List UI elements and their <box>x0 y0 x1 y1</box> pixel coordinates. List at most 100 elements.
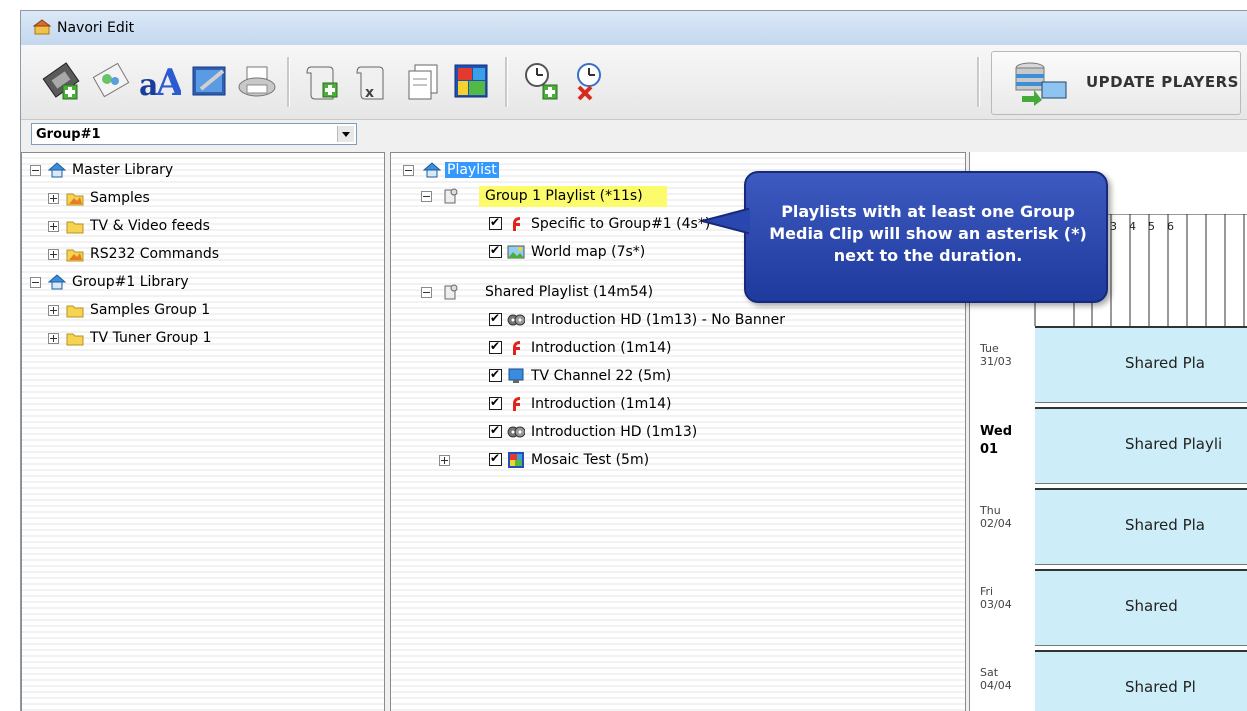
schedule-day-label: Thu 02/04 <box>980 504 1012 530</box>
schedule-playlist-block[interactable]: Shared Pl <box>1035 650 1247 711</box>
toolbar-separator <box>287 57 290 107</box>
day-name: Sat <box>980 666 999 679</box>
day-name: Fri <box>980 585 994 598</box>
schedule-block-label: Shared Pla <box>1125 516 1205 534</box>
schedule-hour-label: 5 <box>1148 220 1155 233</box>
mosaic-icon[interactable] <box>449 59 493 103</box>
playlist-clip-item[interactable]: Introduction HD (1m13) <box>391 421 951 443</box>
clip-enabled-checkbox[interactable] <box>489 339 502 354</box>
schedule-playlist-block[interactable]: Shared Playli <box>1035 407 1247 484</box>
folder-icon <box>66 305 84 318</box>
clip-enabled-checkbox[interactable] <box>489 367 502 382</box>
library-item-label: TV Tuner Group 1 <box>90 330 212 346</box>
schedule-day-label: Sat 04/04 <box>980 666 1012 692</box>
library-item-label: TV & Video feeds <box>90 218 210 234</box>
tv-monitor-icon <box>508 368 524 383</box>
svg-text:x: x <box>365 85 374 101</box>
playlist-add-icon[interactable] <box>301 59 345 103</box>
app-home-icon <box>33 19 51 35</box>
image-icon <box>507 245 525 259</box>
schedule-add-icon[interactable] <box>519 59 563 103</box>
playlist-clip-item[interactable]: Introduction (1m14) <box>391 393 951 415</box>
clip-label: TV Channel 22 (5m) <box>531 368 672 384</box>
library-tree-item[interactable]: Group#1 Library <box>22 271 372 293</box>
clip-enabled-checkbox[interactable] <box>489 451 502 466</box>
update-players-button[interactable]: Update Players <box>991 51 1241 115</box>
clip-enabled-checkbox[interactable] <box>489 311 502 326</box>
playlist-clip-item[interactable]: Introduction HD (1m13) - No Banner <box>391 309 951 331</box>
playlist-clip-item[interactable]: Introduction (1m14) <box>391 337 951 359</box>
library-tree-item[interactable]: Samples Group 1 <box>22 299 372 321</box>
expand-toggle[interactable] <box>48 193 59 204</box>
group-select[interactable]: Group#1 <box>31 123 357 145</box>
flash-icon <box>513 217 520 231</box>
day-name: Wed <box>980 424 1012 439</box>
collapse-toggle[interactable] <box>421 287 432 298</box>
shared-playlist-label: Shared Playlist (14m54) <box>485 284 654 300</box>
library-tree-item[interactable]: TV Tuner Group 1 <box>22 327 372 349</box>
document-copy-icon[interactable] <box>401 59 445 103</box>
expand-toggle[interactable] <box>48 221 59 232</box>
expand-toggle[interactable] <box>48 249 59 260</box>
film-add-icon[interactable] <box>39 59 83 103</box>
svg-text:A: A <box>155 62 181 103</box>
schedule-playlist-block[interactable]: Shared Pla <box>1035 326 1247 403</box>
flash-icon <box>513 397 520 411</box>
playlist-root-label: Playlist <box>445 162 499 178</box>
library-home-icon <box>48 162 66 178</box>
clip-enabled-checkbox[interactable] <box>489 423 502 438</box>
toolbar-separator <box>505 57 508 107</box>
expand-toggle[interactable] <box>439 455 450 466</box>
schedule-block-label: Shared <box>1125 597 1178 615</box>
group-playlist-label: Group 1 Playlist (*11s) <box>485 188 643 204</box>
expand-toggle[interactable] <box>48 333 59 344</box>
toolbar-separator <box>977 57 980 107</box>
flash-icon <box>513 341 520 355</box>
collapse-toggle[interactable] <box>30 165 41 176</box>
schedule-hour-label: 4 <box>1129 220 1136 233</box>
library-tree-item[interactable]: RS232 Commands <box>22 243 372 265</box>
collapse-toggle[interactable] <box>421 191 432 202</box>
text-icon[interactable]: a A <box>137 59 185 104</box>
chevron-down-icon[interactable] <box>337 126 354 142</box>
collapse-toggle[interactable] <box>30 277 41 288</box>
schedule-playlist-block[interactable]: Shared <box>1035 569 1247 646</box>
library-item-label: Group#1 Library <box>72 274 189 290</box>
schedule-hour-label: 3 <box>1110 220 1117 233</box>
clip-label: World map (7s*) <box>531 244 646 260</box>
day-date: 03/04 <box>980 598 1012 611</box>
playlist-delete-icon[interactable]: x <box>351 59 395 103</box>
expand-toggle[interactable] <box>48 305 59 316</box>
folder-icon <box>66 221 84 234</box>
folder-shared-icon <box>66 249 84 262</box>
library-tree-item[interactable]: Samples <box>22 187 372 209</box>
clip-label: Specific to Group#1 (4s*) <box>531 216 711 232</box>
clip-enabled-checkbox[interactable] <box>489 215 502 230</box>
schedule-day-label: Fri 03/04 <box>980 585 1012 611</box>
collapse-toggle[interactable] <box>403 165 414 176</box>
playlist-clip-item[interactable]: Mosaic Test (5m) <box>391 449 951 471</box>
main-toolbar: a A <box>21 45 1247 120</box>
image-edit-icon[interactable] <box>187 59 231 103</box>
day-date: 02/04 <box>980 517 1012 530</box>
library-item-label: Samples <box>90 190 150 206</box>
playlist-clip-item[interactable]: TV Channel 22 (5m) <box>391 365 951 387</box>
schedule-block-label: Shared Pl <box>1125 678 1196 696</box>
title-bar: Navori Edit <box>21 11 1247 45</box>
info-callout: Playlists with at least one Group Media … <box>702 171 1108 303</box>
folder-shared-icon <box>66 193 84 206</box>
schedule-playlist-block[interactable]: Shared Pla <box>1035 488 1247 565</box>
playlist-home-icon <box>423 162 441 178</box>
clip-label: Introduction (1m14) <box>531 340 672 356</box>
library-tree-item[interactable]: TV & Video feeds <box>22 215 372 237</box>
library-item-label: Master Library <box>72 162 174 178</box>
day-date: 04/04 <box>980 679 1012 692</box>
group-select-value: Group#1 <box>36 127 101 142</box>
schedule-delete-icon[interactable] <box>569 59 613 103</box>
clip-enabled-checkbox[interactable] <box>489 395 502 410</box>
library-tree-item[interactable]: Master Library <box>22 159 372 181</box>
clip-enabled-checkbox[interactable] <box>489 243 502 258</box>
printer-icon[interactable] <box>235 59 279 103</box>
day-name: Thu <box>980 504 1001 517</box>
photo-add-icon[interactable] <box>89 59 133 103</box>
